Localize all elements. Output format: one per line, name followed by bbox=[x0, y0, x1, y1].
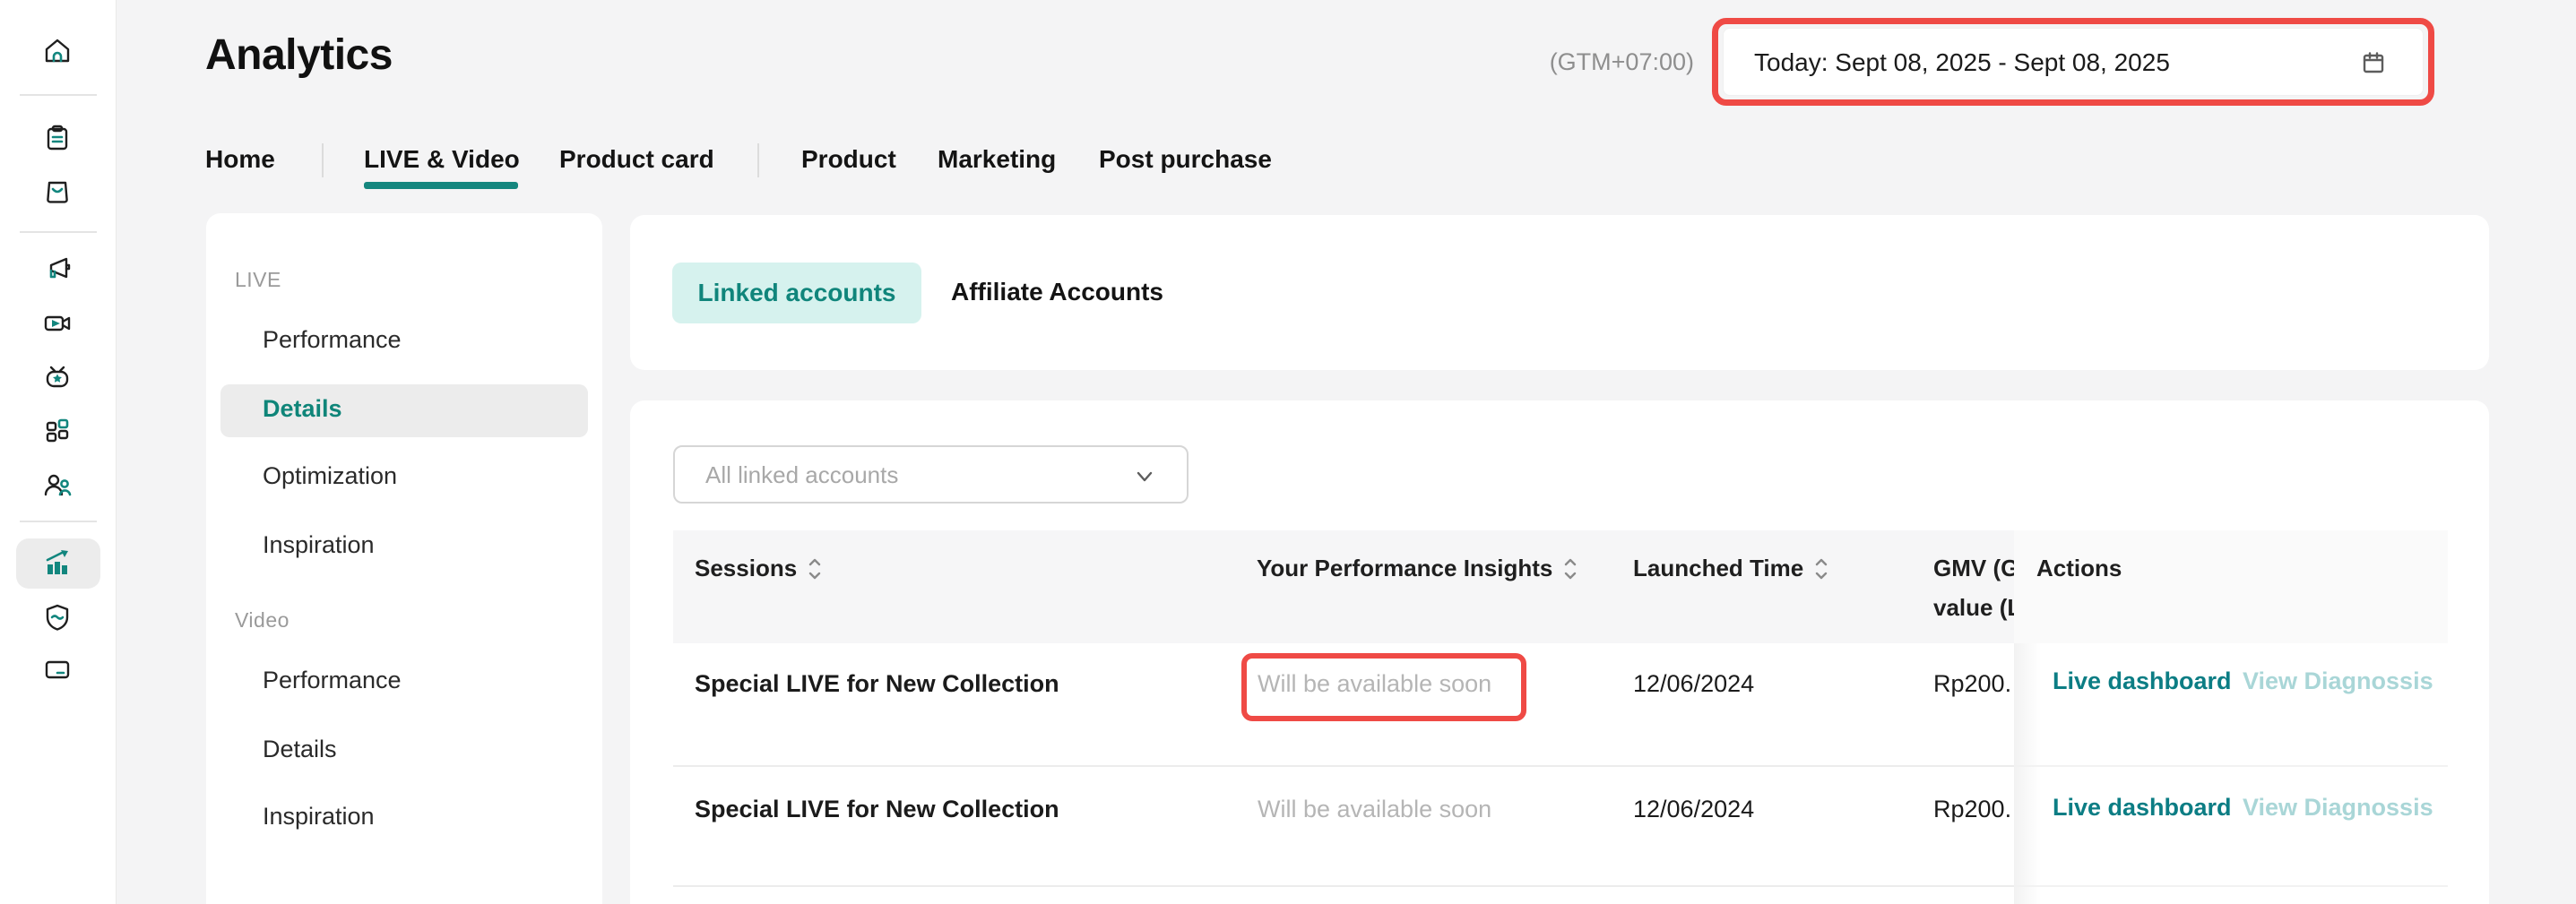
account-tabs-card: Linked accounts Affiliate Accounts bbox=[630, 215, 2489, 370]
date-range-value: Today: Sept 08, 2025 - Sept 08, 2025 bbox=[1754, 48, 2170, 77]
apps-icon[interactable] bbox=[41, 414, 73, 446]
account-filter-placeholder: All linked accounts bbox=[705, 461, 898, 489]
tab-linked-accounts[interactable]: Linked accounts bbox=[672, 263, 921, 323]
affiliate-icon[interactable] bbox=[41, 469, 73, 501]
sidebar-item-live-inspiration[interactable]: Inspiration bbox=[263, 531, 375, 559]
tab-post-purchase[interactable]: Post purchase bbox=[1099, 145, 1272, 174]
video-icon[interactable] bbox=[41, 307, 73, 340]
row-divider bbox=[2014, 765, 2448, 767]
insight-value: Will be available soon bbox=[1258, 794, 1491, 824]
sidebar-item-live-optimization[interactable]: Optimization bbox=[263, 462, 397, 490]
sidebar-item-live-details[interactable]: Details bbox=[263, 395, 342, 423]
view-diagnosis-link[interactable]: View Diagnossis bbox=[2243, 667, 2433, 695]
column-launched-time: Launched Time bbox=[1633, 555, 1828, 582]
tab-product[interactable]: Product bbox=[801, 145, 896, 174]
analytics-nav-tabs: Home LIVE & Video Product card Product M… bbox=[0, 143, 2576, 197]
column-sessions: Sessions bbox=[695, 555, 822, 582]
chevron-down-icon bbox=[1133, 465, 1156, 488]
calendar-icon bbox=[2360, 49, 2387, 76]
live-icon[interactable] bbox=[41, 362, 73, 394]
analytics-page: Analytics (GTM+07:00) Today: Sept 08, 20… bbox=[0, 0, 2576, 904]
tab-home[interactable]: Home bbox=[205, 145, 275, 174]
rail-divider bbox=[20, 94, 97, 96]
tab-live-video[interactable]: LIVE & Video bbox=[364, 145, 520, 174]
page-title: Analytics bbox=[205, 30, 393, 80]
live-dashboard-link[interactable]: Live dashboard bbox=[2053, 794, 2232, 822]
live-dashboard-link[interactable]: Live dashboard bbox=[2053, 667, 2232, 695]
sort-icon[interactable] bbox=[1563, 556, 1578, 581]
active-tab-underline bbox=[364, 182, 518, 189]
tab-divider bbox=[322, 143, 324, 177]
column-gmv: GMV (G bbox=[1933, 555, 2018, 582]
linked-accounts-table-card: All linked accounts Sessions Your Perfor… bbox=[630, 400, 2489, 904]
sidebar-item-video-performance[interactable]: Performance bbox=[263, 667, 402, 694]
sidebar-section-live: LIVE bbox=[235, 268, 281, 292]
marketing-icon[interactable] bbox=[41, 254, 73, 286]
sidebar-item-live-performance[interactable]: Performance bbox=[263, 326, 402, 354]
sidebar-item-video-details[interactable]: Details bbox=[263, 736, 337, 763]
analytics-icon[interactable] bbox=[41, 547, 73, 580]
actions-sticky-column: Actions Live dashboard View Diagnossis L… bbox=[2014, 530, 2448, 904]
session-title: Special LIVE for New Collection bbox=[695, 794, 1059, 824]
app-rail bbox=[0, 0, 117, 904]
launched-time-value: 12/06/2024 bbox=[1633, 794, 1754, 824]
account-filter-select[interactable]: All linked accounts bbox=[673, 445, 1189, 504]
timezone-label: (GTM+07:00) bbox=[1515, 48, 1694, 76]
sidebar-section-video: Video bbox=[235, 608, 290, 633]
column-gmv-line2: value (L bbox=[1933, 594, 2021, 622]
column-performance-insights: Your Performance Insights bbox=[1257, 555, 1578, 582]
gmv-value: Rp200. bbox=[1933, 668, 2011, 699]
row-divider bbox=[2014, 885, 2448, 887]
actions-header-bg bbox=[2014, 530, 2448, 643]
date-range-picker[interactable]: Today: Sept 08, 2025 - Sept 08, 2025 bbox=[1723, 28, 2424, 96]
column-actions: Actions bbox=[2036, 555, 2122, 582]
tab-marketing[interactable]: Marketing bbox=[938, 145, 1056, 174]
insight-value: Will be available soon bbox=[1258, 668, 1491, 699]
sidebar-item-video-inspiration[interactable]: Inspiration bbox=[263, 803, 375, 831]
tab-product-card[interactable]: Product card bbox=[559, 145, 714, 174]
view-diagnosis-link[interactable]: View Diagnossis bbox=[2243, 794, 2433, 822]
sort-icon[interactable] bbox=[808, 556, 822, 581]
session-title: Special LIVE for New Collection bbox=[695, 668, 1059, 699]
gmv-value: Rp200. bbox=[1933, 794, 2011, 824]
tab-affiliate-accounts[interactable]: Affiliate Accounts bbox=[951, 278, 1163, 306]
finance-icon[interactable] bbox=[41, 654, 73, 686]
sort-icon[interactable] bbox=[1814, 556, 1828, 581]
tab-divider bbox=[757, 143, 759, 177]
security-icon[interactable] bbox=[41, 601, 73, 633]
rail-divider bbox=[20, 231, 97, 233]
rail-divider bbox=[20, 521, 97, 522]
home-icon[interactable] bbox=[41, 35, 73, 67]
launched-time-value: 12/06/2024 bbox=[1633, 668, 1754, 699]
live-video-sidebar: LIVE Performance Details Optimization In… bbox=[206, 213, 602, 904]
